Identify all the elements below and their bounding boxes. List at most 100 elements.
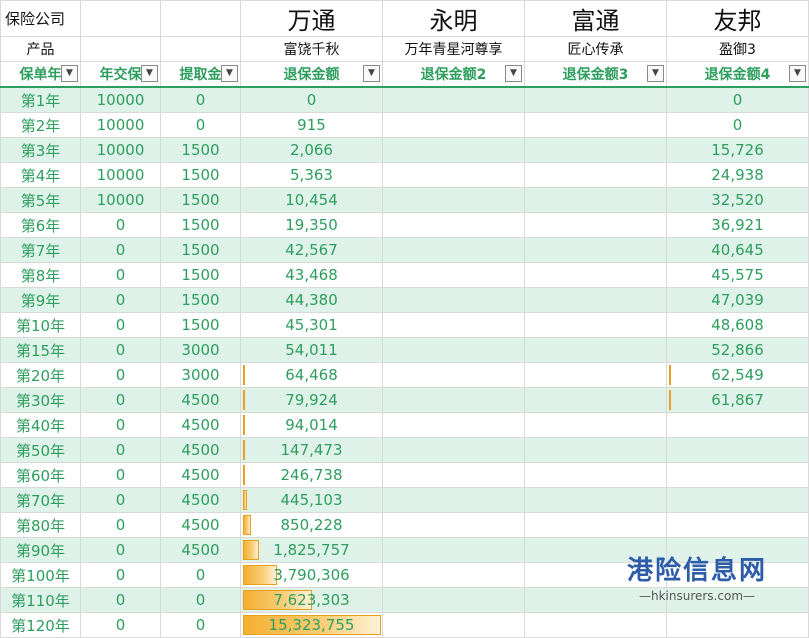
cell-value: 0: [195, 616, 206, 634]
surrender-1-cell: 445,103: [240, 487, 383, 513]
surrender-4-cell: [666, 437, 809, 463]
surrender-2-cell: [382, 262, 525, 288]
dropdown-arrow-icon[interactable]: ▼: [647, 65, 664, 82]
policy-year-cell: 第110年: [0, 587, 81, 613]
cell-value: 3000: [181, 366, 220, 384]
annual-premium-cell: 0: [80, 437, 161, 463]
cell-value: 第80年: [15, 516, 66, 535]
company-name: 富通: [524, 0, 667, 37]
cell-value: 第40年: [15, 416, 66, 435]
dropdown-arrow-icon[interactable]: ▼: [363, 65, 380, 82]
surrender-2-cell: [382, 587, 525, 613]
surrender-3-cell: [524, 112, 667, 138]
surrender-2-cell: [382, 212, 525, 238]
annual-premium-cell: 10000: [80, 187, 161, 213]
product-name: 万年青星河尊享: [382, 36, 525, 62]
cell-value: 0: [115, 566, 126, 584]
surrender-4-cell: [666, 462, 809, 488]
annual-premium-cell: 10000: [80, 112, 161, 138]
surrender-1-cell: 10,454: [240, 187, 383, 213]
annual-premium-cell: 0: [80, 587, 161, 613]
cell-value: 5,363: [290, 166, 333, 184]
product-name: 盈御3: [666, 36, 809, 62]
surrender-4-cell: 40,645: [666, 237, 809, 263]
annual-premium-cell: 0: [80, 312, 161, 338]
product-name: 富饶千秋: [240, 36, 383, 62]
annual-premium-cell: 10000: [80, 86, 161, 113]
surrender-2-cell: [382, 137, 525, 163]
blank-cell: [80, 36, 161, 62]
cell-value: 0: [115, 441, 126, 459]
withdrawal-cell: 1500: [160, 287, 241, 313]
data-bar: [243, 365, 245, 385]
cell-value: 42,567: [285, 241, 338, 259]
cell-value: 15,726: [711, 141, 764, 159]
table-row: 第20年 0 3000 64,468 62,549: [0, 362, 809, 388]
cell-value: 0: [115, 266, 126, 284]
dropdown-arrow-icon[interactable]: ▼: [505, 65, 522, 82]
withdrawal-cell: 4500: [160, 387, 241, 413]
table-row: 第10年 0 1500 45,301 48,608: [0, 312, 809, 338]
withdrawal-cell: 1500: [160, 212, 241, 238]
withdrawal-cell: 1500: [160, 237, 241, 263]
surrender-3-cell: [524, 487, 667, 513]
surrender-4-cell: [666, 512, 809, 538]
surrender-1-cell: 3,790,306: [240, 562, 383, 588]
cell-value: 0: [115, 416, 126, 434]
cell-value: 0: [306, 91, 317, 109]
annual-premium-cell: 0: [80, 387, 161, 413]
cell-value: 0: [195, 566, 206, 584]
cell-value: 0: [115, 316, 126, 334]
surrender-3-cell: [524, 262, 667, 288]
watermark-url: —hkinsurers.com—: [638, 589, 756, 603]
cell-value: 48,608: [711, 316, 764, 334]
cell-value: 3,790,306: [273, 566, 350, 584]
surrender-3-cell: [524, 137, 667, 163]
withdrawal-cell: 0: [160, 562, 241, 588]
cell-value: 36,921: [711, 216, 764, 234]
surrender-3-cell: [524, 612, 667, 638]
table-row: 第4年 10000 1500 5,363 24,938: [0, 162, 809, 188]
corner-company-label: 保险公司: [0, 0, 81, 37]
watermark-title: 港险信息网: [626, 556, 767, 586]
withdrawal-cell: 1500: [160, 137, 241, 163]
cell-value: 0: [115, 541, 126, 559]
cell-value: 0: [115, 391, 126, 409]
dropdown-arrow-icon[interactable]: ▼: [789, 65, 806, 82]
dropdown-arrow-icon[interactable]: ▼: [141, 65, 158, 82]
cell-value: 第50年: [15, 441, 66, 460]
surrender-3-cell: [524, 162, 667, 188]
policy-year-cell: 第1年: [0, 86, 81, 113]
surrender-4-cell: 0: [666, 86, 809, 113]
cell-value: 24,938: [711, 166, 764, 184]
dropdown-arrow-icon[interactable]: ▼: [61, 65, 78, 82]
surrender-3-cell: [524, 212, 667, 238]
column-header-surrender-2: 退保金额2 ▼: [382, 61, 525, 88]
annual-premium-cell: 0: [80, 262, 161, 288]
surrender-4-cell: 48,608: [666, 312, 809, 338]
data-bar: [243, 390, 245, 410]
surrender-2-cell: [382, 537, 525, 563]
annual-premium-cell: 0: [80, 487, 161, 513]
data-bar: [243, 490, 247, 510]
policy-year-cell: 第80年: [0, 512, 81, 538]
cell-value: 0: [115, 216, 126, 234]
surrender-1-cell: 915: [240, 112, 383, 138]
company-name: 友邦: [666, 0, 809, 37]
withdrawal-cell: 3000: [160, 337, 241, 363]
surrender-2-cell: [382, 612, 525, 638]
cell-value: 1500: [181, 241, 220, 259]
cell-value: 10,454: [285, 191, 338, 209]
policy-year-cell: 第6年: [0, 212, 81, 238]
dropdown-arrow-icon[interactable]: ▼: [221, 65, 238, 82]
cell-value: 第30年: [15, 391, 66, 410]
cell-value: 1500: [181, 216, 220, 234]
cell-value: 10000: [96, 116, 145, 134]
cell-value: 第8年: [20, 266, 61, 285]
cell-value: 10000: [96, 91, 145, 109]
data-bar: [669, 390, 671, 410]
data-bar: [243, 440, 245, 460]
withdrawal-cell: 0: [160, 112, 241, 138]
cell-value: 1500: [181, 141, 220, 159]
surrender-4-cell: [666, 612, 809, 638]
